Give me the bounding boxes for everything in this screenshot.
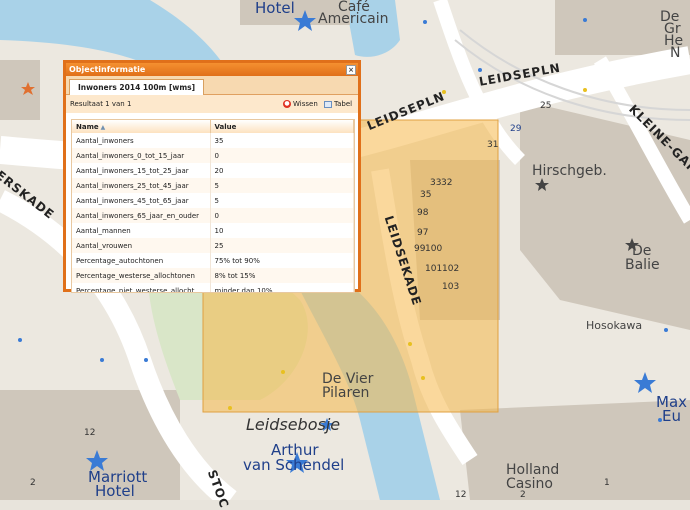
- poi-label: N: [670, 45, 681, 61]
- house-number: 35: [420, 190, 432, 200]
- cell-name: Aantal_inwoners_45_tot_65_jaar: [72, 193, 211, 208]
- cell-name: Aantal_inwoners: [72, 133, 211, 148]
- house-number: 12: [84, 428, 96, 438]
- poi-label: Pilaren: [322, 385, 370, 401]
- table-row[interactable]: Aantal_inwoners_25_tot_45_jaar 5: [72, 178, 354, 193]
- attribute-grid[interactable]: Name ▲ Value Aantal_inwoners 35 Aantal_inwo…: [71, 119, 355, 293]
- dialog-toolbar: Resultaat 1 van 1 ● Wissen Tabel: [66, 95, 358, 113]
- poi-label: Eu: [662, 407, 681, 425]
- cell-value: 25: [210, 238, 354, 253]
- cell-name: Percentage_westerse_allochtonen: [72, 268, 211, 283]
- building-holland-casino: [460, 400, 690, 500]
- house-number: 12: [455, 490, 467, 500]
- cell-value: 35: [210, 133, 354, 148]
- table-row[interactable]: Aantal_inwoners_0_tot_15_jaar 0: [72, 148, 354, 163]
- result-count: Resultaat 1 van 1: [70, 100, 132, 108]
- clear-button-label: Wissen: [293, 100, 318, 108]
- house-number: 25: [540, 101, 552, 111]
- cell-name: Percentage_niet_westerse_allochtonen: [72, 283, 211, 292]
- object-info-dialog: Objectinformatie × Inwoners 2014 100m [w…: [63, 60, 361, 293]
- cell-value: 8% tot 15%: [210, 268, 354, 283]
- close-icon[interactable]: ×: [346, 65, 356, 75]
- house-number: 97: [417, 228, 429, 238]
- poi-label: Hosokawa: [586, 319, 643, 332]
- poi-label: Balie: [625, 257, 660, 273]
- cell-value: 20: [210, 163, 354, 178]
- attribute-table: Name ▲ Value Aantal_inwoners 35 Aantal_inwo…: [72, 120, 354, 292]
- cell-name: Aantal_mannen: [72, 223, 211, 238]
- house-number: 31: [487, 140, 499, 150]
- cell-name: Aantal_inwoners_15_tot_25_jaar: [72, 163, 211, 178]
- building-left: [0, 60, 40, 120]
- house-number: 102: [442, 264, 460, 274]
- table-row[interactable]: Percentage_autochtonen 75% tot 90%: [72, 253, 354, 268]
- house-number: 99: [414, 244, 426, 254]
- house-number: 29: [510, 124, 522, 134]
- column-header-value-label: Value: [214, 122, 237, 131]
- column-header-name[interactable]: Name ▲: [72, 120, 211, 133]
- poi-label: Hotel: [255, 0, 295, 17]
- house-number: 100: [425, 244, 443, 254]
- poi-label: Americain: [318, 11, 389, 27]
- cell-value: 10: [210, 223, 354, 238]
- tab-strip: Inwoners 2014 100m [wms]: [66, 76, 358, 95]
- table-button[interactable]: Tabel: [324, 98, 352, 110]
- clear-button[interactable]: ● Wissen: [283, 98, 318, 110]
- cell-name: Aantal_inwoners_65_jaar_en_ouder: [72, 208, 211, 223]
- table-row[interactable]: Percentage_niet_westerse_allochtonen mind…: [72, 283, 354, 292]
- table-row[interactable]: Percentage_westerse_allochtonen 8% tot 15…: [72, 268, 354, 283]
- cell-value: 5: [210, 178, 354, 193]
- table-row[interactable]: Aantal_mannen 10: [72, 223, 354, 238]
- poi-label: Hirschgeb.: [532, 163, 607, 179]
- cell-value: 0: [210, 208, 354, 223]
- table-row[interactable]: Aantal_inwoners_15_tot_25_jaar 20: [72, 163, 354, 178]
- sort-ascending-icon: ▲: [100, 123, 106, 131]
- table-button-label: Tabel: [334, 100, 353, 108]
- house-number: 101: [425, 264, 443, 274]
- dialog-titlebar[interactable]: Objectinformatie ×: [66, 63, 358, 76]
- cell-name: Aantal_inwoners_0_tot_15_jaar: [72, 148, 211, 163]
- tab-inwoners[interactable]: Inwoners 2014 100m [wms]: [69, 79, 205, 95]
- house-number: 2: [520, 490, 526, 500]
- table-row[interactable]: Aantal_inwoners_45_tot_65_jaar 5: [72, 193, 354, 208]
- house-number: 33: [430, 178, 442, 188]
- poi-label: Casino: [506, 476, 553, 492]
- cell-name: Aantal_inwoners_25_tot_45_jaar: [72, 178, 211, 193]
- table-body: Aantal_inwoners 35 Aantal_inwoners_0_tot_1…: [72, 133, 354, 292]
- cell-value: 0: [210, 148, 354, 163]
- cell-value: 75% tot 90%: [210, 253, 354, 268]
- table-row[interactable]: Aantal_inwoners 35: [72, 133, 354, 148]
- table-row[interactable]: Aantal_vrouwen 25: [72, 238, 354, 253]
- column-header-name-label: Name: [76, 122, 99, 131]
- table-row[interactable]: Aantal_inwoners_65_jaar_en_ouder 0: [72, 208, 354, 223]
- cell-name: Percentage_autochtonen: [72, 253, 211, 268]
- house-number: 103: [442, 282, 460, 292]
- house-number: 32: [441, 178, 453, 188]
- cell-name: Aantal_vrouwen: [72, 238, 211, 253]
- house-number: 1: [604, 478, 610, 488]
- clear-icon: ●: [283, 100, 291, 108]
- cell-value: 5: [210, 193, 354, 208]
- cell-value: minder dan 10%: [210, 283, 354, 292]
- poi-label: Hotel: [95, 482, 135, 500]
- column-header-value[interactable]: Value: [210, 120, 354, 133]
- dialog-title: Objectinformatie: [69, 65, 146, 74]
- water-label: Leidsebosje: [246, 415, 341, 434]
- table-icon: [324, 100, 332, 108]
- house-number: 2: [30, 478, 36, 488]
- poi-label: van Schendel: [243, 456, 345, 474]
- house-number: 98: [417, 208, 429, 218]
